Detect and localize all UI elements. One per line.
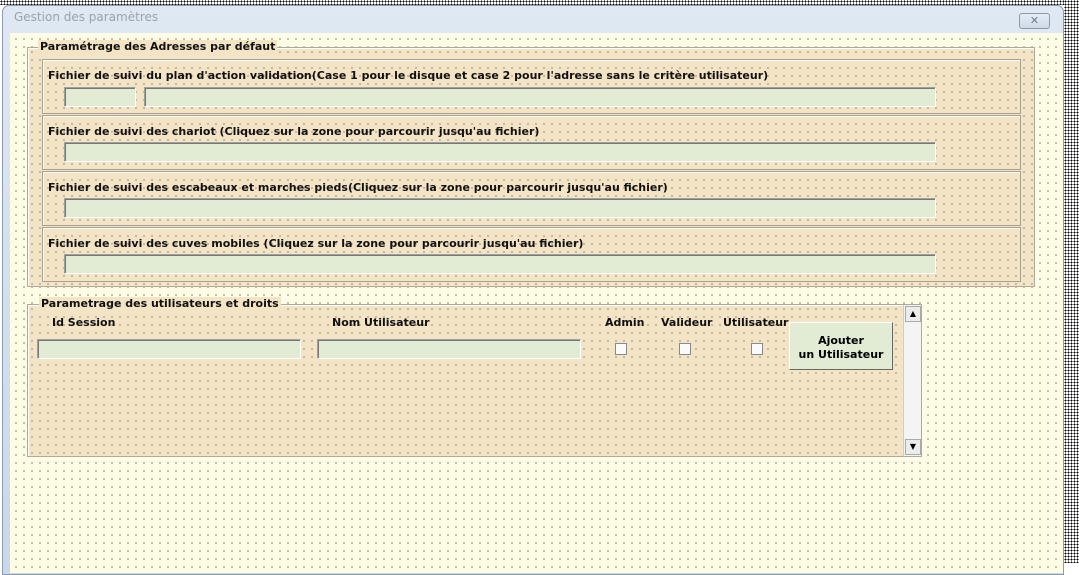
section-label: Fichier de suivi des cuves mobiles (Cliq…: [48, 237, 584, 250]
form-canvas: Paramétrage des Adresses par défaut Fich…: [10, 33, 1063, 573]
close-button[interactable]: ✕: [1019, 13, 1050, 29]
cuves-file-input[interactable]: [64, 254, 936, 274]
id-session-input[interactable]: [37, 339, 301, 359]
section-label: Fichier de suivi des escabeaux et marche…: [48, 181, 668, 194]
vertical-scrollbar[interactable]: ▲ ▼: [903, 305, 921, 456]
id-session-header: Id Session: [52, 316, 116, 329]
section-escabeaux: Fichier de suivi des escabeaux et marche…: [42, 171, 1021, 226]
nom-utilisateur-input[interactable]: [317, 339, 581, 359]
section-cuves: Fichier de suivi des cuves mobiles (Cliq…: [42, 227, 1021, 282]
addresses-frame: Paramétrage des Adresses par défaut Fich…: [27, 40, 1035, 287]
section-label: Fichier de suivi du plan d'action valida…: [48, 69, 769, 82]
scroll-down-icon[interactable]: ▼: [905, 439, 921, 455]
valideur-checkbox[interactable]: [679, 343, 691, 355]
validation-case1-input[interactable]: [64, 87, 136, 107]
admin-header: Admin: [605, 316, 645, 329]
add-user-button[interactable]: Ajouter un Utilisateur: [789, 322, 893, 370]
add-user-label-1: Ajouter: [818, 334, 864, 347]
utilisateur-checkbox[interactable]: [751, 343, 763, 355]
admin-checkbox[interactable]: [615, 343, 627, 355]
users-legend: Parametrage des utilisateurs et droits: [39, 297, 281, 310]
chariot-file-input[interactable]: [64, 142, 936, 162]
addresses-legend: Paramétrage des Adresses par défaut: [38, 40, 278, 53]
selection-border-right: [1064, 0, 1079, 563]
validation-case2-input[interactable]: [144, 87, 936, 107]
escabeaux-file-input[interactable]: [64, 198, 936, 218]
section-chariot: Fichier de suivi des chariot (Cliquez su…: [42, 115, 1021, 170]
users-frame: Parametrage des utilisateurs et droits I…: [27, 297, 922, 457]
add-user-label-2: un Utilisateur: [798, 348, 884, 361]
valideur-header: Valideur: [661, 316, 713, 329]
utilisateur-header: Utilisateur: [723, 316, 789, 329]
window-title: Gestion des paramètres: [14, 10, 159, 24]
section-validation: Fichier de suivi du plan d'action valida…: [42, 59, 1021, 114]
section-label: Fichier de suivi des chariot (Cliquez su…: [48, 125, 540, 138]
nom-header: Nom Utilisateur: [332, 316, 430, 329]
scroll-up-icon[interactable]: ▲: [905, 306, 921, 322]
